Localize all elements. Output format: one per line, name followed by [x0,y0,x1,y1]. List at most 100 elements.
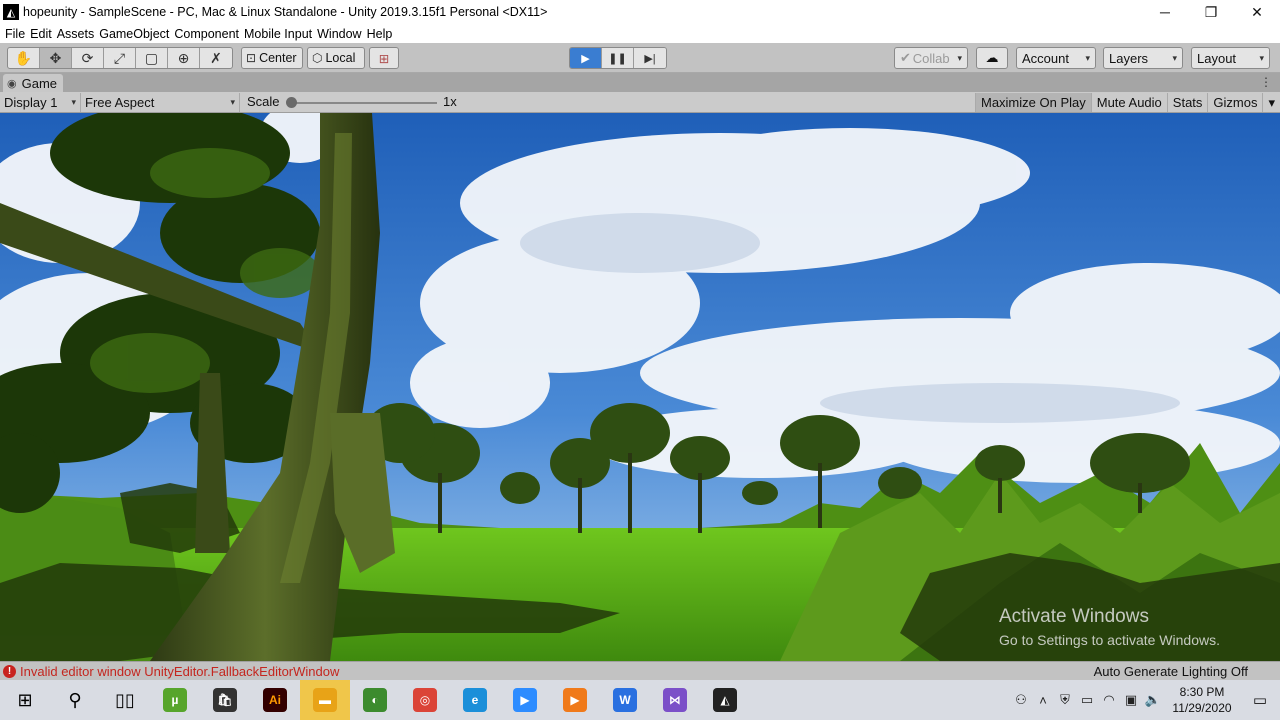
volume-icon[interactable]: 🔈 [1142,680,1164,720]
greenshot-icon: ◐ [363,688,387,712]
menu-window[interactable]: Window [316,27,365,41]
clock-date: 11/29/2020 [1172,701,1232,715]
scale-slider-handle[interactable] [286,97,297,108]
battery-icon[interactable]: ▭ [1076,680,1098,720]
grid-snap-icon[interactable]: ⊞ [369,47,399,69]
chrome-icon: ◎ [413,688,437,712]
windows-taskbar: ⊞ ⚲ ▯▯ µ 🛍 Ai ▬ ◐ ◎ e ▶ ▶ W ⋈ ◭ ⚇ ˄ ⛨ ▭ ◠ ▣ 🔈 8:30 PM 11/29/… [0,680,1280,720]
play-button[interactable]: ▶ [570,48,602,68]
maximize-on-play-toggle[interactable]: Maximize On Play [974,93,1091,112]
security-icon[interactable]: ⛨ [1054,680,1076,720]
search-icon: ⚲ [68,689,82,710]
custom-tool-icon[interactable]: ✗ [200,48,232,68]
activate-windows-watermark: Activate Windows Go to Settings to activ… [999,606,1220,648]
mute-audio-toggle[interactable]: Mute Audio [1090,93,1167,112]
transform-tools: ✋ ✥ ⟳ ⤢ ▢ ⊕ ✗ [7,47,233,69]
edge-icon: e [463,688,487,712]
taskbar-item[interactable]: ◭ [700,680,750,720]
taskbar-item[interactable]: Ai [250,680,300,720]
status-error-message[interactable]: Invalid editor window UnityEditor.Fallba… [20,664,339,679]
taskbar-item[interactable]: ⊞ [0,680,50,720]
title-bar: ◭ hopeunity - SampleScene - PC, Mac & Li… [0,0,1280,24]
notification-icon[interactable]: ▭ [1240,691,1280,709]
cloud-button[interactable]: ☁ [976,47,1008,69]
rect-tool-icon[interactable]: ▢ [136,48,168,68]
taskbar-item[interactable]: ⋈ [650,680,700,720]
tab-game-label: Game [21,75,58,91]
lighting-status[interactable]: Auto Generate Lighting Off [1094,664,1248,679]
restore-button[interactable]: ❐ [1188,0,1234,24]
chevron-up-icon[interactable]: ˄ [1032,680,1054,720]
tab-game[interactable]: ◉ Game [3,74,64,92]
gizmos-dropdown-icon[interactable]: ▾ [1262,93,1280,112]
aspect-dropdown[interactable]: Free Aspect ▾ [81,93,240,112]
taskbar-item[interactable]: ◐ [350,680,400,720]
display-label: Display 1 [4,95,58,110]
step-button[interactable]: ▶| [634,48,666,68]
taskbar-item[interactable]: ▶ [550,680,600,720]
task-view-icon: ▯▯ [115,689,135,710]
pause-button[interactable]: ❚❚ [602,48,634,68]
clock[interactable]: 8:30 PM 11/29/2020 [1164,684,1240,716]
unity-icon[interactable]: ◭ [3,4,19,20]
wps-writer-icon: W [613,688,637,712]
taskbar-item[interactable]: µ [150,680,200,720]
scale-tool-icon[interactable]: ⤢ [104,48,136,68]
menu-file[interactable]: File [4,27,29,41]
game-tab-icon: ◉ [7,77,17,90]
visual-studio-icon: ⋈ [663,688,687,712]
rotate-tool-icon[interactable]: ⟳ [72,48,104,68]
file-explorer-icon: ▬ [313,688,337,712]
taskbar-item[interactable]: ⚲ [50,680,100,720]
game-view-options: Maximize On Play Mute Audio Stats Gizmos… [974,93,1280,112]
chevron-down-icon: ▾ [71,97,76,107]
tab-menu-icon[interactable]: ⋮ [1260,75,1272,89]
move-tool-icon[interactable]: ✥ [40,48,72,68]
taskbar-item[interactable]: 🛍 [200,680,250,720]
taskbar-item[interactable]: W [600,680,650,720]
menu-edit[interactable]: Edit [29,27,56,41]
collab-check-icon: ✔ [900,50,911,65]
chevron-down-icon: ▾ [1172,52,1177,63]
transform-tool-icon[interactable]: ⊕ [168,48,200,68]
pivot-center-button[interactable]: ⊡ Center [241,47,303,69]
account-label: Account [1022,50,1069,66]
chevron-down-icon: ▾ [1085,52,1090,63]
watermark-subtitle: Go to Settings to activate Windows. [999,632,1220,648]
minimize-button[interactable]: ─ [1142,0,1188,24]
pivot-local-button[interactable]: ⬡ Local [307,47,365,69]
menu-bar: File Edit Assets GameObject Component Mo… [0,24,1280,43]
scale-label: Scale [247,94,280,109]
account-dropdown[interactable]: Account ▾ [1016,47,1096,69]
taskbar-item[interactable]: ▯▯ [100,680,150,720]
game-viewport[interactable]: Activate Windows Go to Settings to activ… [0,113,1280,661]
menu-mobile-input[interactable]: Mobile Input [243,27,316,41]
hand-tool-icon[interactable]: ✋ [8,48,40,68]
taskbar-item[interactable]: e [450,680,500,720]
display-dropdown[interactable]: Display 1 ▾ [0,93,81,112]
stats-toggle[interactable]: Stats [1166,93,1208,112]
gizmos-toggle[interactable]: Gizmos [1207,93,1262,112]
taskbar-item[interactable]: ▬ [300,680,350,720]
wifi-icon[interactable]: ◠ [1098,680,1120,720]
menu-component[interactable]: Component [173,27,243,41]
close-button[interactable]: ✕ [1234,0,1280,24]
menu-help[interactable]: Help [366,27,397,41]
layers-dropdown[interactable]: Layers ▾ [1103,47,1183,69]
clock-time: 8:30 PM [1179,685,1225,699]
collab-dropdown[interactable]: ✔ Collab ▾ [894,47,968,69]
window-title: hopeunity - SampleScene - PC, Mac & Linu… [23,5,548,19]
scale-slider[interactable] [291,102,437,104]
unity-taskbar-icon: ◭ [713,688,737,712]
taskbar-item[interactable]: ◎ [400,680,450,720]
layout-label: Layout [1197,50,1237,66]
menu-assets[interactable]: Assets [56,27,99,41]
monitor-icon[interactable]: ▣ [1120,680,1142,720]
taskbar-item[interactable]: ▶ [500,680,550,720]
menu-gameobject[interactable]: GameObject [98,27,173,41]
utorrent-icon: µ [163,688,187,712]
chevron-down-icon: ▾ [957,52,962,63]
layout-dropdown[interactable]: Layout ▾ [1191,47,1270,69]
people-icon[interactable]: ⚇ [1010,680,1032,720]
system-tray: ⚇ ˄ ⛨ ▭ ◠ ▣ 🔈 8:30 PM 11/29/2020 ▭ [1010,680,1280,720]
